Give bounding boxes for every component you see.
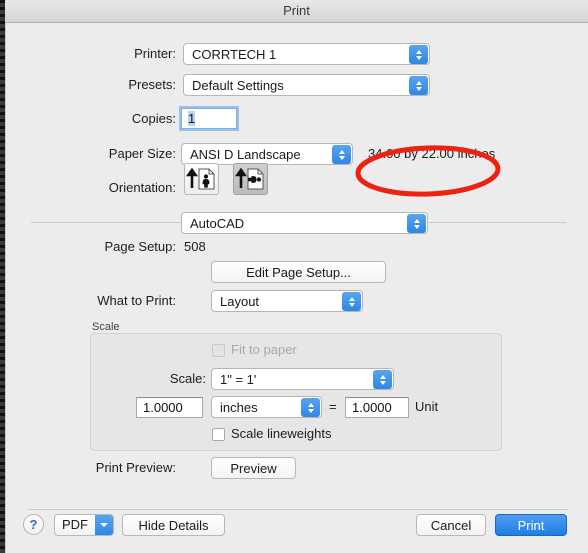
scale-numerator-input[interactable]: 1.0000 <box>136 397 203 418</box>
paper-size-value: ANSI D Landscape <box>190 147 301 162</box>
fit-to-paper-checkbox[interactable] <box>212 344 225 357</box>
what-to-print-stepper-icon[interactable] <box>342 292 361 311</box>
module-selector-value: AutoCAD <box>190 216 245 231</box>
help-button[interactable]: ? <box>23 514 44 535</box>
copies-value: 1 <box>188 111 196 126</box>
dialog-body: Printer: CORRTECH 1 Presets: Default Set… <box>5 23 588 553</box>
what-to-print-label: What to Print: <box>97 293 176 308</box>
landscape-page-icon <box>235 167 264 190</box>
print-button[interactable]: Print <box>495 514 567 536</box>
scale-label: Scale: <box>169 371 206 386</box>
module-selector-stepper-icon[interactable] <box>407 214 426 233</box>
printer-label: Printer: <box>134 46 176 61</box>
page-setup-label: Page Setup: <box>104 239 176 254</box>
footer-separator <box>28 509 568 510</box>
presets-value: Default Settings <box>192 78 284 93</box>
orientation-landscape-button[interactable] <box>233 163 268 195</box>
preview-button[interactable]: Preview <box>211 457 296 479</box>
hide-details-button[interactable]: Hide Details <box>122 514 225 536</box>
print-dialog: Print Printer: CORRTECH 1 Presets: Defau… <box>5 0 588 553</box>
copies-label: Copies: <box>131 111 176 126</box>
scale-equals-sign: = <box>329 399 337 414</box>
paper-size-dropdown[interactable]: ANSI D Landscape <box>181 143 353 165</box>
what-to-print-dropdown[interactable]: Layout <box>211 290 363 312</box>
scale-unit-dropdown[interactable]: inches <box>211 396 322 418</box>
module-separator-left <box>31 222 181 223</box>
printer-value: CORRTECH 1 <box>192 47 277 62</box>
printer-dropdown[interactable]: CORRTECH 1 <box>183 43 430 65</box>
scale-lineweights-checkbox[interactable] <box>212 428 225 441</box>
copies-input[interactable]: 1 <box>181 108 237 129</box>
cancel-button[interactable]: Cancel <box>416 514 486 536</box>
scale-unit-stepper-icon[interactable] <box>301 398 320 417</box>
scale-stepper-icon[interactable] <box>373 370 392 389</box>
page-setup-value: 508 <box>184 239 206 254</box>
scale-group-label: Scale <box>92 321 120 333</box>
what-to-print-value: Layout <box>220 294 260 309</box>
pdf-button-label: PDF <box>62 517 88 532</box>
portrait-page-icon <box>186 167 215 190</box>
presets-dropdown[interactable]: Default Settings <box>183 74 430 96</box>
presets-stepper-icon[interactable] <box>409 76 428 95</box>
pdf-split-button[interactable]: PDF <box>54 514 114 536</box>
scale-lineweights-label: Scale lineweights <box>231 426 332 441</box>
print-preview-label: Print Preview: <box>95 460 176 475</box>
module-separator-right <box>416 222 566 223</box>
module-selector-dropdown[interactable]: AutoCAD <box>181 212 428 234</box>
scale-denominator-value: 1.0000 <box>352 400 392 415</box>
dialog-titlebar: Print <box>5 0 588 23</box>
orientation-label: Orientation: <box>108 180 176 195</box>
scale-unit-value: inches <box>220 400 258 415</box>
orientation-portrait-button[interactable] <box>184 163 219 195</box>
dialog-title: Print <box>283 3 310 18</box>
paper-size-stepper-icon[interactable] <box>332 145 351 164</box>
scale-dropdown[interactable]: 1" = 1' <box>211 368 394 390</box>
edit-page-setup-button[interactable]: Edit Page Setup... <box>211 261 386 283</box>
scale-unit-suffix: Unit <box>415 399 439 414</box>
scale-value: 1" = 1' <box>220 372 257 387</box>
paper-size-label: Paper Size: <box>108 146 176 161</box>
scale-numerator-value: 1.0000 <box>143 400 183 415</box>
scale-denominator-input[interactable]: 1.0000 <box>345 397 409 418</box>
presets-label: Presets: <box>128 77 176 92</box>
printer-stepper-icon[interactable] <box>409 45 428 64</box>
paper-dimensions-text: 34.00 by 22.00 inches <box>368 146 496 161</box>
fit-to-paper-label: Fit to paper <box>231 342 297 357</box>
chevron-down-icon[interactable] <box>95 515 113 535</box>
